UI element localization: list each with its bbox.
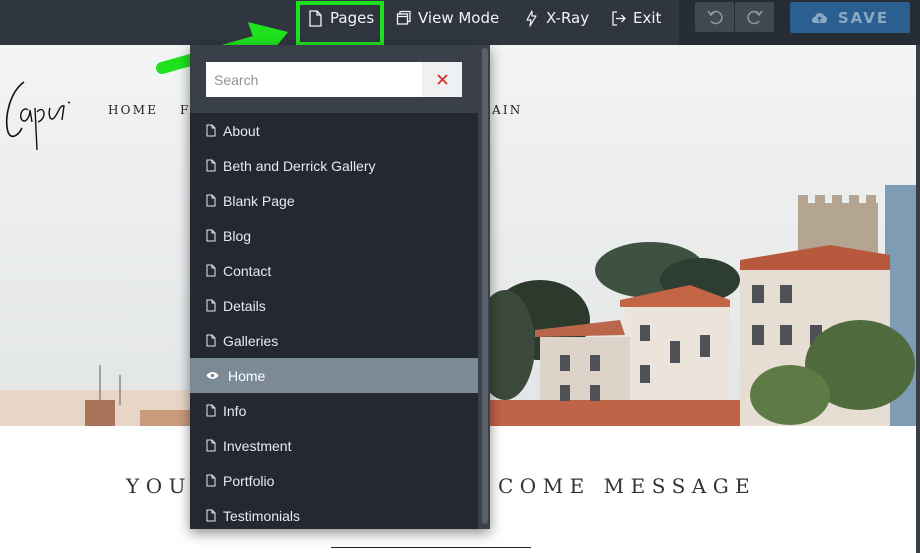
page-item-label: Details [223,297,266,314]
page-item-details[interactable]: Details [190,288,478,323]
redo-icon [746,10,763,25]
page-item-label: Testimonials [223,507,301,524]
page-icon [206,159,216,172]
page-item-testimonials[interactable]: Testimonials [190,498,478,529]
close-icon [436,74,448,85]
page-item-label: Blog [223,227,252,244]
page-icon [309,9,322,27]
page-item-label: Investment [223,437,292,454]
page-icon [206,264,216,277]
page-item-label: Beth and Derrick Gallery [223,157,376,174]
page-icon [206,509,216,522]
search-clear-button[interactable] [422,62,462,97]
save-label: SAVE [837,8,890,27]
xray-button[interactable]: X-Ray [524,0,589,36]
nav-link-partial-right[interactable]: AIN [492,103,523,117]
exit-button[interactable]: Exit [611,0,661,36]
page-item-label: Blank Page [223,192,295,209]
nav-home-link[interactable]: HOME [108,103,158,117]
welcome-heading-right: COME MESSAGE [498,474,757,498]
bolt-icon [526,9,537,27]
page-icon [206,299,216,312]
page-item-label: Galleries [223,332,279,349]
divider-line [331,547,531,548]
undo-button[interactable] [695,2,734,32]
page-search-bar [190,45,478,113]
page-item-beth-and-derrick-gallery[interactable]: Beth and Derrick Gallery [190,148,478,183]
nav-link-partial[interactable]: F [180,103,191,117]
page-item-about[interactable]: About [190,113,478,148]
welcome-heading-left: YOU [126,474,192,498]
page-item-label: About [223,122,260,139]
view-mode-label: View Mode [418,9,500,27]
page-icon [206,229,216,242]
pages-dropdown: About Beth and Derrick Gallery Blank Pag… [190,45,490,529]
page-item-label: Portfolio [223,472,275,489]
page-scrollbar[interactable] [916,45,920,553]
page-icon [206,474,216,487]
page-item-contact[interactable]: Contact [190,253,478,288]
page-item-galleries[interactable]: Galleries [190,323,478,358]
xray-label: X-Ray [546,9,590,27]
page-icon [206,404,216,417]
exit-icon [612,10,626,26]
pages-button[interactable]: Pages [308,0,374,36]
page-item-info[interactable]: Info [190,393,478,428]
undo-icon [706,10,723,25]
page-item-label: Home [228,367,266,384]
view-mode-button[interactable]: View Mode [396,0,499,36]
page-search-input[interactable] [206,62,422,97]
eye-icon [206,372,219,379]
pages-label: Pages [330,9,375,27]
page-item-portfolio[interactable]: Portfolio [190,463,478,498]
cloud-upload-icon [811,12,827,23]
page-icon [206,194,216,207]
page-item-label: Contact [223,262,272,279]
page-icon [206,334,216,347]
dropdown-scroll-thumb[interactable] [482,48,488,524]
page-item-blog[interactable]: Blog [190,218,478,253]
page-item-home[interactable]: Home [190,358,478,393]
page-icon [206,439,216,452]
page-item-label: Info [223,402,247,419]
page-list: About Beth and Derrick Gallery Blank Pag… [190,113,478,529]
page-item-investment[interactable]: Investment [190,428,478,463]
editor-toolbar: Pages View Mode X-Ray Exit SAVE [0,0,920,45]
site-logo[interactable] [2,62,80,158]
save-button[interactable]: SAVE [790,2,910,33]
window-icon [396,10,411,25]
exit-label: Exit [633,9,662,27]
history-buttons [695,2,774,32]
page-item-blank-page[interactable]: Blank Page [190,183,478,218]
page-icon [206,124,216,137]
redo-button[interactable] [735,2,774,32]
